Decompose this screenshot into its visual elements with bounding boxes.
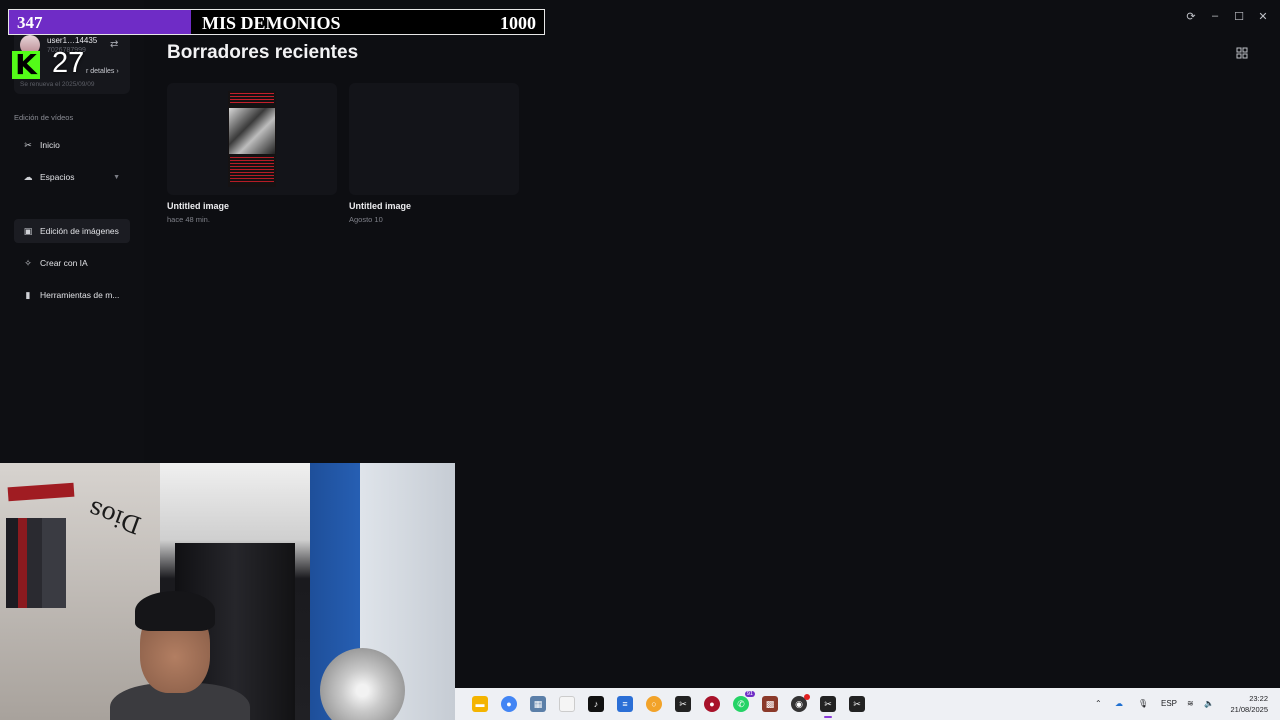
chrome-icon[interactable]: ● (501, 696, 517, 712)
browser-icon[interactable]: ○ (646, 696, 662, 712)
webcam-person (110, 583, 250, 720)
sidebar-item-label: Edición de imágenes (40, 226, 119, 236)
opera-icon[interactable]: ● (704, 696, 720, 712)
sidebar-item-label: Espacios (40, 172, 75, 182)
draft-card[interactable] (349, 83, 519, 195)
sidebar-item-crear-ia[interactable]: ✧ Crear con IA (14, 251, 130, 275)
page-title: Borradores recientes (167, 42, 359, 63)
wifi-icon[interactable]: ≋ (1187, 699, 1194, 708)
tray-expand-icon[interactable]: ⌃ (1095, 699, 1102, 708)
capcut-active-icon[interactable]: ✂ (820, 696, 836, 712)
subscriber-goal-bar: 347 MIS DEMONIOS 1000 (8, 9, 545, 35)
clock-date: 21/08/2025 (1230, 705, 1268, 714)
clock[interactable]: 23:22 21/08/2025 (1230, 693, 1268, 715)
sidebar-item-herramientas[interactable]: ▮ Herramientas de m... (14, 283, 130, 307)
language-indicator[interactable]: ESP (1161, 699, 1177, 708)
sidebar-item-label: Herramientas de m... (40, 290, 120, 300)
windows-taskbar: ▬ ● ▦ ♪ ≡ ○ ✂ ● ✆ 91 ▩ ◉ ✂ ✂ ⌃ ☁ 🎙 ESP ≋ … (455, 688, 1280, 720)
sidebar-item-label: Crear con IA (40, 258, 88, 268)
active-app-indicator (824, 716, 832, 718)
sidebar-item-label: Inicio (40, 140, 60, 150)
whatsapp-badge: 91 (744, 691, 755, 697)
volume-icon[interactable]: 🔈 (1204, 699, 1214, 708)
obs-icon[interactable]: ◉ (791, 694, 810, 712)
minecraft-icon[interactable]: ▩ (762, 696, 778, 712)
image-icon: ▣ (23, 225, 33, 236)
capcut-icon[interactable]: ✂ (675, 696, 691, 712)
view-details-label: r detalles (86, 68, 115, 75)
window-controls: ⟳ – ☐ ✕ (1184, 9, 1270, 23)
clipboard-icon: ▮ (25, 289, 31, 300)
draft-time: Agosto 10 (349, 215, 383, 224)
webcam-feed: Dios (0, 463, 455, 720)
view-details-link[interactable]: r detalles › (86, 68, 119, 75)
poster-footer (230, 157, 274, 183)
clock-time: 23:22 (1249, 694, 1268, 703)
refresh-icon[interactable]: ⟳ (1184, 9, 1198, 23)
draft-time: hace 48 min. (167, 215, 210, 224)
chevron-down-icon[interactable]: ▼ (113, 174, 120, 181)
onedrive-icon[interactable]: ☁ (1115, 699, 1123, 708)
kick-viewer-count: 27 (52, 47, 85, 79)
calculator-icon[interactable]: ▦ (530, 696, 546, 712)
poster-header (230, 93, 274, 105)
person-cap (135, 591, 215, 631)
sidebar-item-espacios[interactable]: ☁ Espacios ▼ (14, 165, 130, 189)
sidebar-item-edicion-imagenes[interactable]: ▣ Edición de imágenes (14, 219, 130, 243)
draft-name[interactable]: Untitled image (167, 201, 229, 211)
sidebar-item-inicio[interactable]: ✂ Inicio (14, 133, 130, 157)
renewal-date: Se renueva el 2025/09/09 (20, 81, 95, 88)
notification-dot (804, 694, 810, 700)
draft-thumbnail (228, 91, 276, 187)
kick-logo-icon: K (12, 51, 40, 79)
sparkle-icon: ✧ (24, 257, 32, 268)
webcam-clothes (6, 518, 66, 608)
switch-account-icon[interactable]: ⇄ (110, 39, 118, 50)
file-explorer-icon[interactable]: ▬ (472, 696, 488, 712)
tiktok-icon[interactable]: ♪ (588, 696, 604, 712)
scissors-icon: ✂ (24, 139, 32, 150)
cloud-icon: ☁ (23, 171, 33, 182)
capcut-second-icon[interactable]: ✂ (849, 696, 865, 712)
goal-current-count: 347 (17, 13, 43, 32)
username: user1…14435 (47, 36, 98, 45)
microphone-icon[interactable]: 🎙 (1138, 699, 1148, 708)
minimize-icon[interactable]: – (1208, 9, 1222, 23)
notepad-icon[interactable]: ≡ (617, 696, 633, 712)
goal-title: MIS DEMONIOS (202, 13, 341, 33)
goal-target: 1000 (500, 13, 536, 33)
maximize-icon[interactable]: ☐ (1232, 9, 1246, 23)
draft-card[interactable] (167, 83, 337, 195)
sidebar-section-label: Edición de vídeos (14, 113, 74, 122)
whatsapp-icon[interactable]: ✆ 91 (733, 691, 755, 712)
document-icon[interactable] (559, 696, 575, 712)
poster-photo (229, 108, 275, 154)
draft-name[interactable]: Untitled image (349, 201, 411, 211)
close-icon[interactable]: ✕ (1256, 9, 1270, 23)
grid-view-icon[interactable] (1236, 47, 1248, 59)
